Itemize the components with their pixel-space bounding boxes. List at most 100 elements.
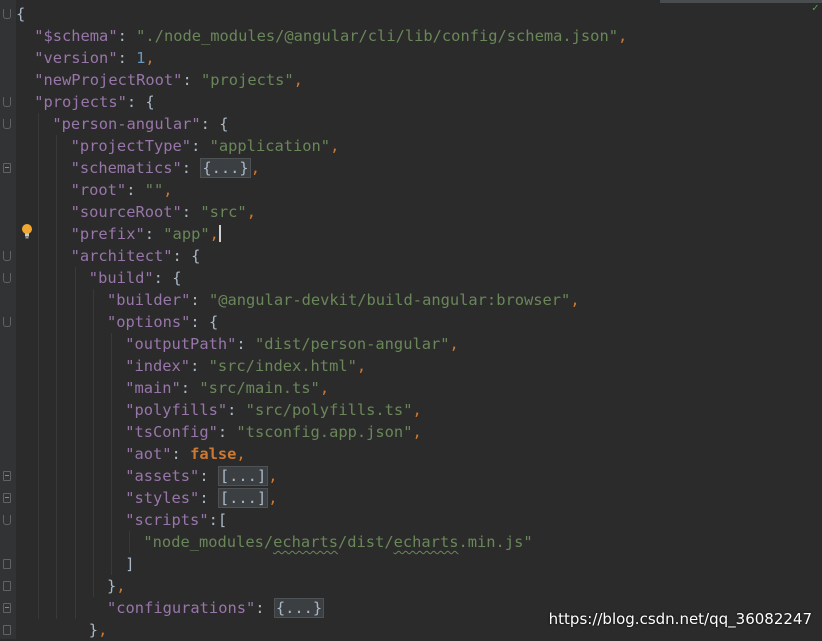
fold-toggle-icon[interactable] [3,163,11,173]
code-token: : { [126,93,155,111]
fold-toggle-icon[interactable] [3,273,11,283]
code-line[interactable]: "build": { [89,267,182,289]
code-token: , [246,203,256,221]
code-token: "tsConfig" [125,423,218,441]
code-line[interactable]: { [16,3,25,25]
fold-toggle-icon[interactable] [3,559,11,569]
code-line[interactable]: "sourceRoot": "src", [71,201,256,223]
code-token: "polyfills" [125,401,228,419]
code-token: "schematics" [70,159,182,177]
code-token: , [163,181,173,199]
indent-guide [111,333,112,575]
code-token: : { [200,115,229,133]
code-line[interactable]: "outputPath": "dist/person-angular", [125,333,459,355]
code-token: "@angular-devkit/build-angular:browser" [208,291,571,309]
code-token: : [117,27,137,45]
fold-toggle-icon[interactable] [3,625,11,635]
code-line[interactable]: }, [107,575,126,597]
code-line[interactable]: "index": "src/index.html", [125,355,366,377]
code-token: "src" [200,203,247,221]
code-line[interactable]: "main": "src/main.ts", [125,377,329,399]
fold-toggle-icon[interactable] [3,471,11,481]
code-line[interactable]: "version": 1, [34,47,155,69]
fold-toggle-icon[interactable] [3,119,11,129]
collapsed-block[interactable]: {...} [200,158,251,178]
code-line[interactable]: }, [89,619,108,641]
code-token: , [116,577,126,595]
code-line[interactable]: "root": "", [71,179,173,201]
code-line[interactable]: "configurations": {...} [107,597,325,619]
code-token: "" [144,181,164,199]
code-line[interactable]: "options": { [107,311,218,333]
text-caret [218,225,221,242]
code-token: ] [125,555,135,573]
code-token: , [209,225,219,243]
code-line[interactable]: "styles": [...], [125,487,278,509]
code-token: : [180,379,200,397]
code-token: "projects" [34,93,127,111]
code-token: "dist/person-angular" [254,335,450,353]
code-token: , [268,467,278,485]
code-token: "tsconfig.app.json" [236,423,413,441]
code-token: "outputPath" [125,335,237,353]
code-token: : [117,49,137,67]
code-line[interactable]: "schematics": {...}, [71,157,260,179]
fold-toggle-icon[interactable] [3,97,11,107]
code-token: : [182,71,201,89]
code-token: : [144,225,164,243]
code-token: , [449,335,459,353]
code-token: : [217,423,237,441]
code-token: } [88,621,99,639]
code-line[interactable]: "architect": { [71,245,201,267]
lightbulb-icon[interactable] [20,223,34,239]
code-line[interactable]: "prefix": "app", [71,223,221,245]
code-line[interactable]: "tsConfig": "tsconfig.app.json", [125,421,422,443]
code-line[interactable]: "person-angular": { [52,113,228,135]
code-token: "configurations" [107,599,256,617]
code-line[interactable]: "newProjectRoot": "projects", [34,69,303,91]
code-token: "version" [34,49,118,67]
code-line[interactable]: "$schema": "./node_modules/@angular/cli/… [34,25,627,47]
code-token: "app" [163,225,210,243]
code-line[interactable]: "polyfills": "src/polyfills.ts", [125,399,422,421]
fold-toggle-icon[interactable] [3,9,11,19]
code-token: : [236,335,255,353]
code-line[interactable]: "projectType": "application", [71,135,340,157]
fold-toggle-icon[interactable] [3,493,11,503]
indent-guide [129,531,131,553]
code-editor[interactable]: { "$schema": "./node_modules/@angular/cli… [16,0,822,639]
code-token: "prefix" [70,225,145,243]
fold-toggle-icon[interactable] [3,317,11,327]
fold-toggle-icon[interactable] [3,581,11,591]
code-token: "assets" [125,467,200,485]
fold-toggle-icon[interactable] [3,251,11,261]
code-token: , [98,621,108,639]
collapsed-block[interactable]: [...] [217,488,269,508]
code-token: :[ [208,511,228,529]
fold-toggle-icon[interactable] [3,603,11,613]
code-token: : [181,159,201,177]
code-line[interactable]: "assets": [...], [125,465,278,487]
code-token: : [191,137,210,155]
collapsed-block[interactable]: {...} [273,598,325,618]
code-token: , [617,27,628,45]
code-token: "newProjectRoot" [34,71,183,89]
code-token: "application" [209,137,331,155]
code-token: , [250,159,260,177]
collapsed-block[interactable]: [...] [217,466,269,486]
code-line[interactable]: ] [125,553,134,575]
code-line[interactable]: "projects": { [34,91,154,113]
indent-guide [38,113,40,619]
code-line[interactable]: "builder": "@angular-devkit/build-angula… [107,289,580,311]
code-token: "sourceRoot" [70,203,182,221]
code-line[interactable]: "aot": false, [125,443,246,465]
code-token: , [236,445,246,463]
code-line[interactable]: "scripts":[ [125,509,227,531]
code-line[interactable]: "node_modules/echarts/dist/echarts.min.j… [143,531,532,553]
code-token: : [126,181,145,199]
code-token: : [190,291,209,309]
fold-toggle-icon[interactable] [3,515,11,525]
inspection-ok-icon[interactable]: ✓ [812,2,819,13]
code-token: "index" [125,357,191,375]
code-token: { [16,5,26,23]
